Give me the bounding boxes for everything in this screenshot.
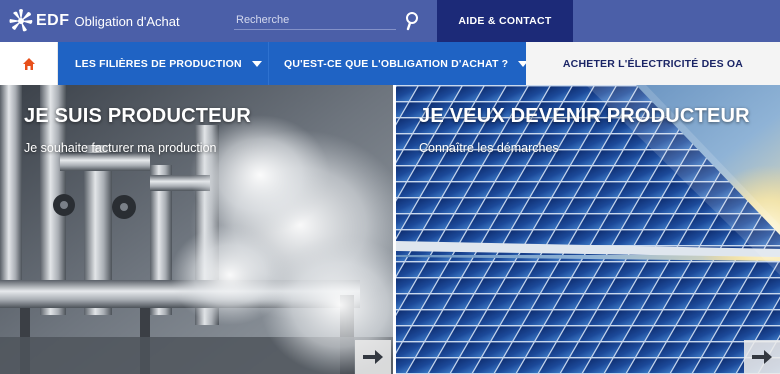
nav-separator bbox=[268, 42, 269, 85]
nav-item-label: QU'EST-CE QUE L'OBLIGATION D'ACHAT ? bbox=[284, 57, 509, 70]
hero-subtitle: Je souhaite facturer ma production bbox=[24, 141, 217, 155]
chevron-down-icon bbox=[251, 60, 262, 67]
nav-item-label: LES FILIÈRES DE PRODUCTION bbox=[75, 57, 242, 70]
hero-become-producer[interactable]: JE VEUX DEVENIR PRODUCTEUR Connaître les… bbox=[396, 85, 780, 374]
hero-subtitle: Connaître les démarches bbox=[419, 141, 559, 155]
solar-panels-image bbox=[396, 85, 780, 374]
edf-sun-icon bbox=[9, 9, 33, 32]
brand-logo-text: EDF bbox=[36, 12, 70, 29]
arrow-right-icon bbox=[363, 350, 383, 364]
industrial-pipes-image bbox=[0, 85, 393, 374]
home-icon bbox=[22, 57, 35, 70]
main-nav: LES FILIÈRES DE PRODUCTION QU'EST-CE QUE… bbox=[0, 42, 780, 85]
search-box bbox=[234, 10, 424, 32]
help-contact-button[interactable]: AIDE & CONTACT bbox=[437, 0, 573, 42]
hero-arrow-button[interactable] bbox=[355, 340, 391, 374]
nav-home-button[interactable] bbox=[0, 42, 58, 85]
nav-item-obligation[interactable]: QU'EST-CE QUE L'OBLIGATION D'ACHAT ? bbox=[284, 42, 529, 85]
nav-menu: LES FILIÈRES DE PRODUCTION QU'EST-CE QUE… bbox=[58, 42, 529, 85]
search-input[interactable] bbox=[234, 10, 396, 30]
search-icon bbox=[406, 12, 418, 31]
hero-arrow-button[interactable] bbox=[744, 340, 780, 374]
hero-title: JE SUIS PRODUCTEUR bbox=[24, 105, 251, 127]
nav-item-filieres[interactable]: LES FILIÈRES DE PRODUCTION bbox=[75, 42, 262, 85]
nav-item-buy-electricity[interactable]: ACHETER L'ÉLECTRICITÉ DES OA bbox=[526, 42, 780, 85]
brand-logo[interactable]: EDF Obligation d'Achat bbox=[8, 6, 180, 36]
search-button[interactable] bbox=[402, 10, 422, 32]
site-name: Obligation d'Achat bbox=[74, 13, 180, 29]
top-header: EDF Obligation d'Achat AIDE & CONTACT bbox=[0, 0, 780, 42]
hero-producer[interactable]: JE SUIS PRODUCTEUR Je souhaite facturer … bbox=[0, 85, 393, 374]
arrow-right-icon bbox=[752, 350, 772, 364]
hero-title: JE VEUX DEVENIR PRODUCTEUR bbox=[419, 105, 750, 127]
